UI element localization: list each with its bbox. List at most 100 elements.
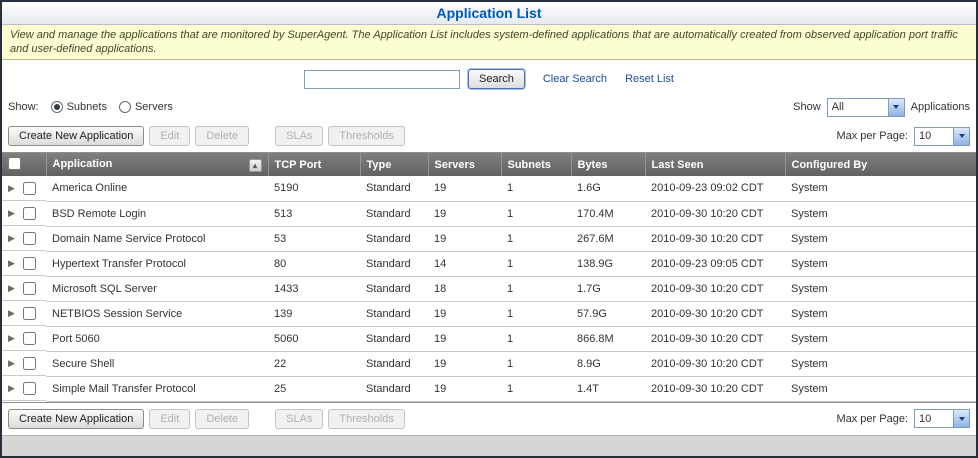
cell-application: Hypertext Transfer Protocol <box>46 251 268 276</box>
max-per-page-select-bottom[interactable]: 10 <box>914 409 970 428</box>
slas-button[interactable]: SLAs <box>275 126 323 146</box>
search-input[interactable] <box>304 70 460 89</box>
column-header-servers[interactable]: Servers <box>428 153 501 176</box>
cell-application: NETBIOS Session Service <box>46 301 268 326</box>
cell-servers: 19 <box>428 201 501 226</box>
expand-row-icon[interactable]: ▶ <box>8 333 17 344</box>
cell-bytes: 57.9G <box>571 301 645 326</box>
bottom-toolbar-buttons: Create New Application Edit Delete SLAs … <box>8 409 405 429</box>
chevron-down-icon[interactable] <box>953 410 969 427</box>
cell-last-seen: 2010-09-23 09:05 CDT <box>645 251 785 276</box>
cell-last-seen: 2010-09-30 10:20 CDT <box>645 201 785 226</box>
cell-last-seen: 2010-09-23 09:02 CDT <box>645 176 785 201</box>
edit-button[interactable]: Edit <box>149 126 190 146</box>
cell-last-seen: 2010-09-30 10:20 CDT <box>645 376 785 401</box>
row-checkbox[interactable] <box>23 182 36 195</box>
column-header-bytes[interactable]: Bytes <box>571 153 645 176</box>
edit-button[interactable]: Edit <box>149 409 190 429</box>
radio-option-servers[interactable]: Servers <box>119 101 173 113</box>
row-checkbox[interactable] <box>23 207 36 220</box>
row-checkbox[interactable] <box>23 332 36 345</box>
expand-row-icon[interactable]: ▶ <box>8 258 17 269</box>
cell-bytes: 267.6M <box>571 226 645 251</box>
slas-button[interactable]: SLAs <box>275 409 323 429</box>
row-checkbox[interactable] <box>23 257 36 270</box>
table-row: ▶ Domain Name Service Protocol 53 Standa… <box>2 226 976 251</box>
expand-row-icon[interactable]: ▶ <box>8 358 17 369</box>
row-checkbox[interactable] <box>23 357 36 370</box>
bottom-bar <box>2 435 976 457</box>
expand-row-icon[interactable]: ▶ <box>8 283 17 294</box>
cell-bytes: 8.9G <box>571 351 645 376</box>
cell-configured-by: System <box>785 376 976 401</box>
show-applications-select[interactable]: All <box>827 98 905 117</box>
column-header-tcp-port[interactable]: TCP Port <box>268 153 360 176</box>
expand-row-icon[interactable]: ▶ <box>8 183 17 194</box>
row-checkbox[interactable] <box>23 382 36 395</box>
cell-tcp-port: 22 <box>268 351 360 376</box>
show-radio-group: Show: Subnets Servers <box>8 101 173 113</box>
thresholds-button[interactable]: Thresholds <box>328 126 404 146</box>
radio-option-subnets[interactable]: Subnets <box>51 101 107 113</box>
clear-search-link[interactable]: Clear Search <box>543 73 607 85</box>
expand-row-icon[interactable]: ▶ <box>8 308 17 319</box>
cell-servers: 19 <box>428 326 501 351</box>
cell-configured-by: System <box>785 351 976 376</box>
cell-subnets: 1 <box>501 176 571 201</box>
cell-configured-by: System <box>785 201 976 226</box>
delete-button[interactable]: Delete <box>195 126 249 146</box>
create-new-application-button[interactable]: Create New Application <box>8 126 144 146</box>
sort-icon[interactable]: ▴ <box>249 159 262 172</box>
max-per-page-select-top[interactable]: 10 <box>914 127 970 146</box>
cell-bytes: 170.4M <box>571 201 645 226</box>
column-header-application[interactable]: Application ▴ <box>46 153 268 176</box>
bottom-max-per-page: Max per Page: 10 <box>836 409 970 428</box>
applications-suffix-label: Applications <box>911 101 970 113</box>
cell-tcp-port: 513 <box>268 201 360 226</box>
cell-tcp-port: 5060 <box>268 326 360 351</box>
row-checkbox[interactable] <box>23 307 36 320</box>
column-header-last-seen[interactable]: Last Seen <box>645 153 785 176</box>
expand-row-icon[interactable]: ▶ <box>8 208 17 219</box>
cell-type: Standard <box>360 251 428 276</box>
max-per-page-value: 10 <box>915 413 953 425</box>
cell-bytes: 1.4T <box>571 376 645 401</box>
subnets-radio[interactable] <box>51 101 63 113</box>
cell-bytes: 138.9G <box>571 251 645 276</box>
application-list-window: Application List View and manage the app… <box>0 0 978 458</box>
cell-last-seen: 2010-09-30 10:20 CDT <box>645 301 785 326</box>
cell-application: Simple Mail Transfer Protocol <box>46 376 268 401</box>
chevron-down-icon[interactable] <box>953 128 969 145</box>
cell-type: Standard <box>360 176 428 201</box>
column-header-type[interactable]: Type <box>360 153 428 176</box>
reset-list-link[interactable]: Reset List <box>625 73 674 85</box>
table-row: ▶ NETBIOS Session Service 139 Standard 1… <box>2 301 976 326</box>
thresholds-button[interactable]: Thresholds <box>328 409 404 429</box>
cell-bytes: 1.6G <box>571 176 645 201</box>
cell-application: Domain Name Service Protocol <box>46 226 268 251</box>
row-select-cell: ▶ <box>2 326 46 351</box>
cell-configured-by: System <box>785 276 976 301</box>
row-checkbox[interactable] <box>23 232 36 245</box>
search-button[interactable]: Search <box>468 69 525 89</box>
show-label: Show: <box>8 101 39 113</box>
row-checkbox[interactable] <box>23 282 36 295</box>
column-header-subnets[interactable]: Subnets <box>501 153 571 176</box>
select-all-checkbox[interactable] <box>8 157 21 170</box>
chevron-down-icon[interactable] <box>888 99 904 116</box>
cell-type: Standard <box>360 226 428 251</box>
table-row: ▶ America Online 5190 Standard 19 1 1.6G… <box>2 176 976 201</box>
delete-button[interactable]: Delete <box>195 409 249 429</box>
expand-row-icon[interactable]: ▶ <box>8 233 17 244</box>
select-all-header <box>2 153 46 176</box>
expand-row-icon[interactable]: ▶ <box>8 383 17 394</box>
cell-type: Standard <box>360 351 428 376</box>
max-per-page-label: Max per Page: <box>836 130 908 142</box>
max-per-page-label: Max per Page: <box>836 413 908 425</box>
cell-tcp-port: 25 <box>268 376 360 401</box>
cell-type: Standard <box>360 201 428 226</box>
cell-application: Port 5060 <box>46 326 268 351</box>
create-new-application-button[interactable]: Create New Application <box>8 409 144 429</box>
column-header-configured-by[interactable]: Configured By <box>785 153 976 176</box>
servers-radio[interactable] <box>119 101 131 113</box>
